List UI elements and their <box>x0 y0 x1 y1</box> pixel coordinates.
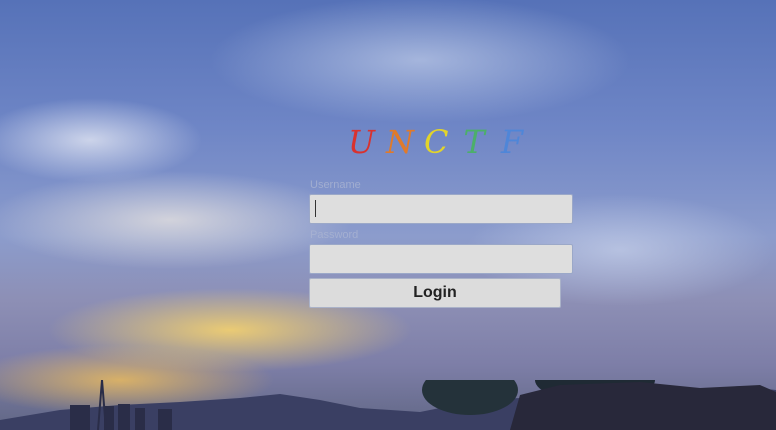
username-label: Username <box>310 179 361 191</box>
username-input[interactable] <box>309 194 573 224</box>
logo-letter: T <box>463 123 485 161</box>
login-button[interactable]: Login <box>309 278 561 308</box>
logo-letter: C <box>424 123 449 161</box>
skyline-silhouette <box>0 380 776 430</box>
unctf-logo: U N C T F <box>348 122 538 162</box>
logo-letter: N <box>386 123 414 161</box>
text-caret <box>315 200 316 217</box>
password-label: Password <box>310 229 359 241</box>
logo-letter: F <box>500 123 524 161</box>
logo-letter: U <box>348 123 375 161</box>
password-input[interactable] <box>309 244 573 274</box>
